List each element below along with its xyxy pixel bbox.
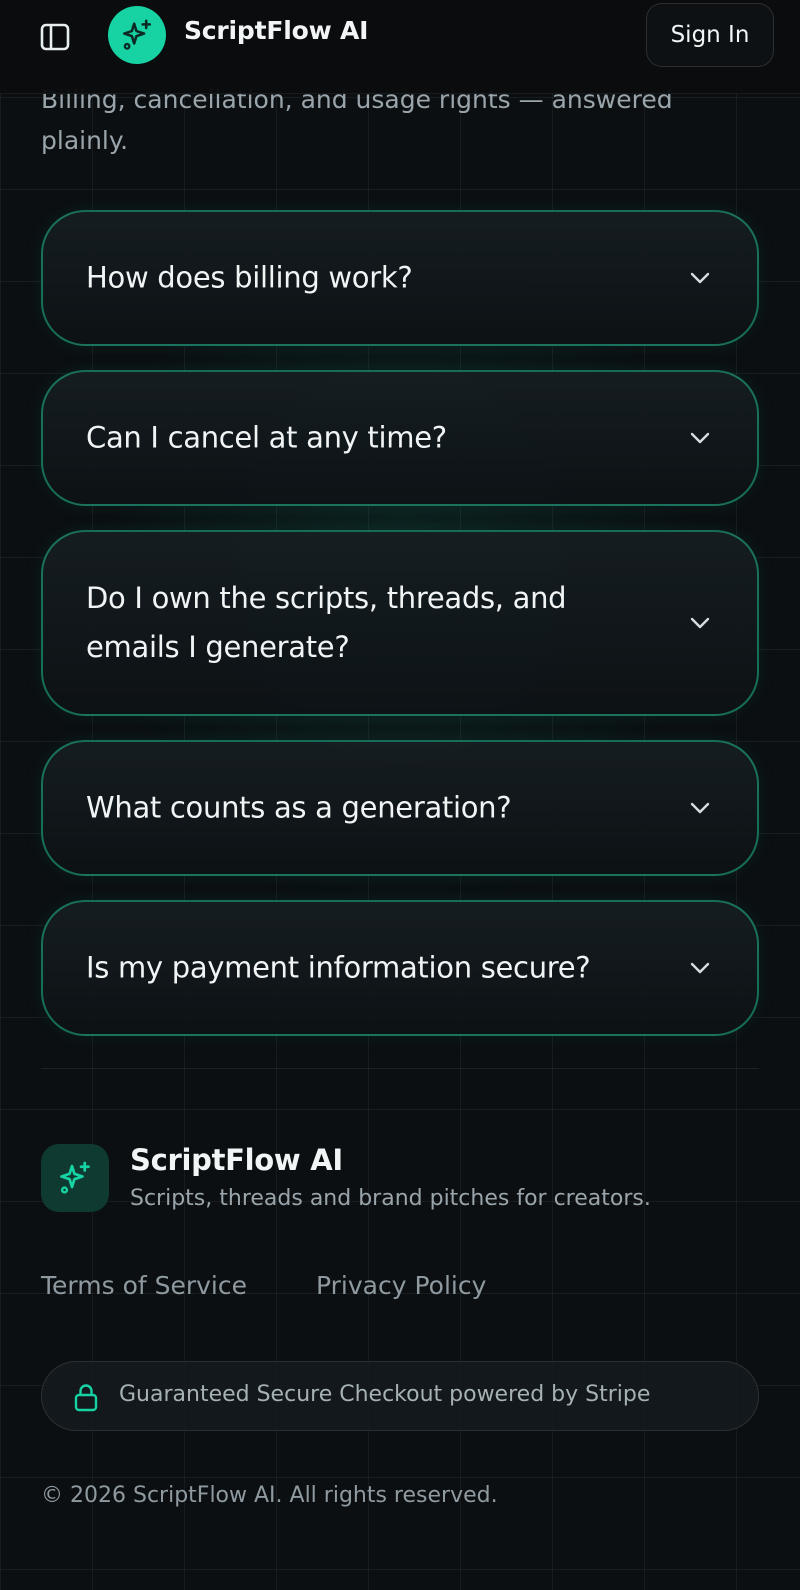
faq-question: Is my payment information secure? [86,950,591,985]
copyright-text: © 2026 ScriptFlow AI. All rights reserve… [41,1483,498,1508]
footer-tagline: Scripts, threads and brand pitches for c… [130,1186,651,1211]
faq-item[interactable]: What counts as a generation? [41,740,759,876]
secure-checkout-badge: Guaranteed Secure Checkout powered by St… [41,1361,759,1431]
faq-item[interactable]: Do I own the scripts, threads, and email… [41,530,759,716]
privacy-policy-link[interactable]: Privacy Policy [316,1271,486,1300]
secure-checkout-text: Guaranteed Secure Checkout powered by St… [119,1382,651,1407]
lock-icon [73,1382,99,1412]
footer-divider [41,1068,759,1069]
faq-item[interactable]: How does billing work? [41,210,759,346]
chevron-down-icon [689,431,711,445]
faq-question: What counts as a generation? [86,790,512,825]
footer-brand-name: ScriptFlow AI [130,1143,343,1177]
chevron-down-icon [689,271,711,285]
terms-of-service-link[interactable]: Terms of Service [41,1271,247,1300]
sparkles-icon [60,1161,90,1194]
sidebar-toggle-button[interactable] [38,20,72,54]
sidebar-toggle-icon [40,23,70,51]
page: ScriptFlow AI Sign In Billing, cancellat… [0,0,800,1590]
faq-question: Can I cancel at any time? [86,420,447,455]
faq-question: How does billing work? [86,260,413,295]
top-header: ScriptFlow AI Sign In [0,0,800,94]
brand-name[interactable]: ScriptFlow AI [184,16,368,45]
faq-item[interactable]: Is my payment information secure? [41,900,759,1036]
faq-item[interactable]: Can I cancel at any time? [41,370,759,506]
chevron-down-icon [689,616,711,630]
brand-logo[interactable] [108,6,166,64]
sparkles-icon [122,19,152,50]
chevron-down-icon [689,961,711,975]
chevron-down-icon [689,801,711,815]
sign-in-button[interactable]: Sign In [646,3,774,67]
footer-logo [41,1144,109,1212]
faq-question: Do I own the scripts, threads, and email… [86,581,567,664]
